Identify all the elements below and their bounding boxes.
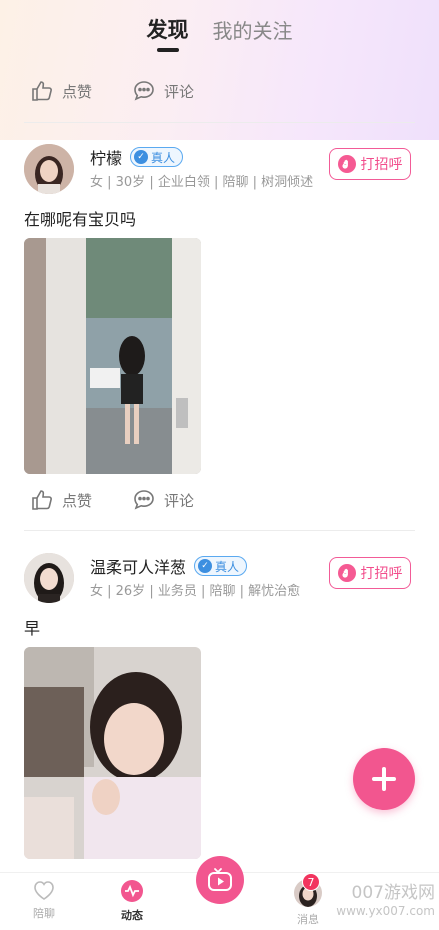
watermark-title: 007游戏网 xyxy=(351,883,435,903)
action-row-top: 点赞 评论 xyxy=(30,79,194,103)
check-shield-icon: ✓ xyxy=(198,559,213,573)
nav-label: 陪聊 xyxy=(33,907,55,920)
plus-icon xyxy=(372,767,396,791)
check-shield-icon: ✓ xyxy=(134,150,149,164)
greet-label: 打招呼 xyxy=(360,157,403,173)
comment-label: 评论 xyxy=(164,491,195,510)
verified-badge: ✓ 真人 xyxy=(130,147,184,167)
hand-wave-icon xyxy=(337,155,356,173)
nav-label: 消息 xyxy=(297,913,319,926)
post-text: 在哪呢有宝贝吗 xyxy=(24,210,137,229)
heart-icon xyxy=(34,881,54,900)
divider xyxy=(24,530,415,531)
avatar[interactable] xyxy=(24,144,74,194)
live-button[interactable] xyxy=(196,856,244,904)
verified-badge: ✓ 真人 xyxy=(194,556,248,576)
avatar[interactable] xyxy=(24,553,74,603)
verified-label: 真人 xyxy=(151,150,176,165)
post-photo[interactable] xyxy=(24,647,201,859)
like-label: 点赞 xyxy=(62,491,93,510)
comment-label: 评论 xyxy=(164,82,195,101)
user-tags: 女 | 26岁 | 业务员 | 陪聊 | 解忧治愈 xyxy=(90,584,301,599)
like-label: 点赞 xyxy=(62,82,93,101)
comment-button[interactable]: 评论 xyxy=(132,488,194,512)
thumbs-up-icon xyxy=(32,81,52,101)
action-row: 点赞 评论 xyxy=(30,488,194,512)
add-post-button[interactable] xyxy=(353,748,415,810)
pulse-icon xyxy=(121,880,143,902)
watermark-url: www.yx007.com xyxy=(336,904,435,918)
comment-icon xyxy=(134,81,154,101)
post-text: 早 xyxy=(24,619,41,638)
nav-item-feed[interactable]: 动态 xyxy=(102,879,162,923)
nav-label: 动态 xyxy=(121,909,143,922)
like-button[interactable]: 点赞 xyxy=(30,79,92,103)
watermark: 007游戏网 www.yx007.com xyxy=(320,884,439,924)
like-button[interactable]: 点赞 xyxy=(30,488,92,512)
comment-icon xyxy=(134,490,154,510)
tab-following[interactable]: 我的关注 xyxy=(213,15,293,52)
hand-wave-icon xyxy=(337,564,356,582)
user-tags: 女 | 30岁 | 企业白领 | 陪聊 | 树洞倾述 xyxy=(90,175,314,190)
verified-label: 真人 xyxy=(215,559,240,574)
greet-button[interactable]: 打招呼 xyxy=(329,148,411,180)
user-info: 温柔可人洋葱 ✓ 真人 xyxy=(90,554,248,578)
user-info: 柠檬 ✓ 真人 xyxy=(90,145,184,169)
nav-item-chat[interactable]: 陪聊 xyxy=(14,879,74,921)
header-tabs: 发现 我的关注 xyxy=(0,12,439,52)
user-name[interactable]: 温柔可人洋葱 xyxy=(90,554,186,578)
play-tv-icon xyxy=(208,868,232,891)
greet-button[interactable]: 打招呼 xyxy=(329,557,411,589)
user-name[interactable]: 柠檬 xyxy=(90,145,122,169)
post-photo[interactable] xyxy=(24,238,201,474)
thumbs-up-icon xyxy=(32,490,52,510)
greet-label: 打招呼 xyxy=(360,566,403,582)
tab-discover[interactable]: 发现 xyxy=(147,14,189,52)
unread-badge: 7 xyxy=(302,873,320,891)
divider xyxy=(24,122,415,123)
comment-button[interactable]: 评论 xyxy=(132,79,194,103)
